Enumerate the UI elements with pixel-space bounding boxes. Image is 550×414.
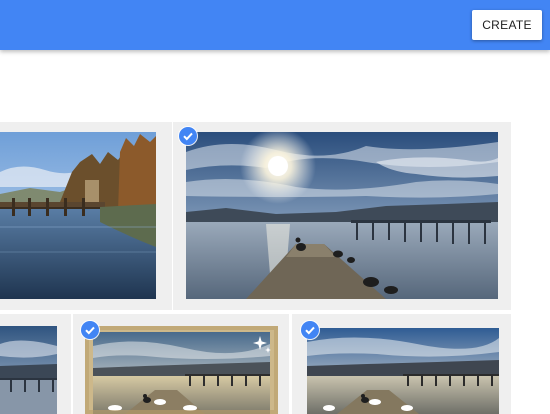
photo-tile-lake-trees[interactable]: [0, 122, 172, 310]
selected-check-icon[interactable]: [301, 321, 319, 339]
photo-tile-sunlit-jetty[interactable]: [173, 122, 511, 310]
photo-tile-swans-jetty[interactable]: [292, 314, 511, 414]
swans-jetty-framed-photo: [85, 326, 278, 414]
app-bar: CREATE: [0, 0, 550, 50]
lake-trees-photo: [0, 132, 156, 299]
selected-check-icon[interactable]: [179, 127, 197, 145]
photo-tile-swans-jetty-framed[interactable]: [73, 314, 289, 414]
create-button[interactable]: CREATE: [472, 10, 542, 40]
sunlit-jetty-photo: [186, 132, 498, 299]
lake-partial-photo: [0, 326, 57, 414]
photo-tile-lake-partial[interactable]: [0, 314, 71, 414]
swans-jetty-photo: [307, 328, 499, 414]
sparkle-icon: [251, 334, 273, 361]
selected-check-icon[interactable]: [81, 321, 99, 339]
